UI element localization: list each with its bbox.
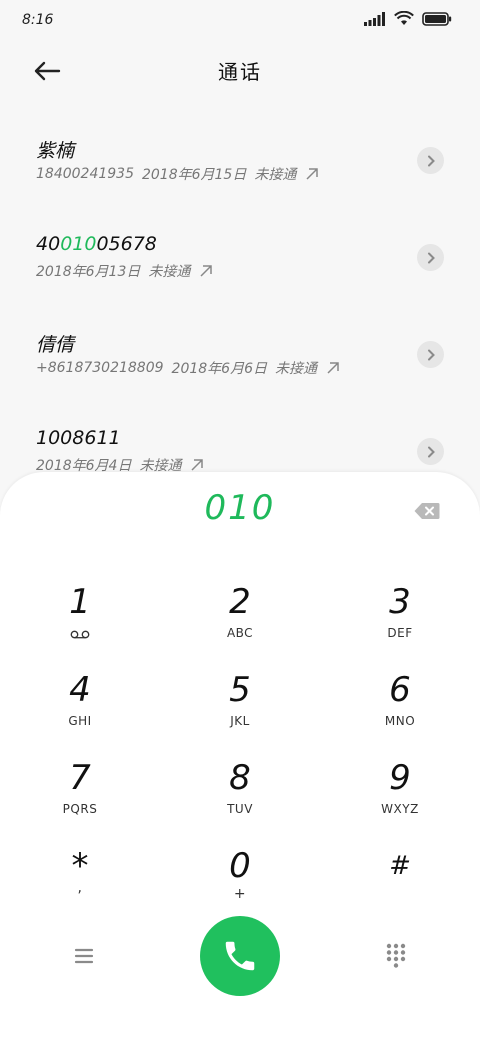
call-status: 未接通 bbox=[254, 167, 297, 183]
call-date: 2018年6月13日 bbox=[36, 264, 141, 280]
key-8[interactable]: 8 TUV bbox=[160, 752, 320, 840]
call-date: 2018年6月6日 bbox=[171, 361, 267, 377]
contact-name: 紫楠 bbox=[36, 140, 75, 162]
key-letters: WXYZ bbox=[381, 802, 419, 816]
outgoing-call-icon bbox=[191, 459, 204, 471]
name-match-highlight: 010 bbox=[60, 233, 97, 255]
key-7[interactable]: 7 PQRS bbox=[0, 752, 160, 840]
name-part: 05678 bbox=[96, 233, 157, 255]
key-letters: DEF bbox=[387, 626, 413, 640]
key-5[interactable]: 5 JKL bbox=[160, 664, 320, 752]
phone-number: +8618730218809 bbox=[36, 360, 164, 376]
key-1[interactable]: 1 bbox=[0, 576, 160, 664]
status-bar: 8:16 bbox=[0, 0, 480, 40]
outgoing-call-icon bbox=[200, 265, 213, 277]
key-letters: ABC bbox=[226, 626, 254, 640]
backspace-button[interactable] bbox=[414, 502, 440, 520]
status-icons bbox=[364, 11, 452, 26]
call-status: 未接通 bbox=[274, 361, 317, 377]
key-letters: JKL bbox=[230, 714, 250, 728]
key-3[interactable]: 3 DEF bbox=[320, 576, 480, 664]
backspace-icon bbox=[414, 503, 440, 519]
call-status: 未接通 bbox=[148, 264, 191, 280]
key-hash[interactable]: # bbox=[320, 840, 480, 928]
header: 通话 bbox=[0, 40, 480, 100]
key-digit: 2 bbox=[229, 582, 251, 622]
outgoing-call-icon bbox=[306, 168, 319, 180]
call-detail-button[interactable] bbox=[417, 438, 444, 465]
dialed-number-display[interactable]: 010 bbox=[0, 488, 480, 528]
key-letters: + bbox=[233, 886, 247, 902]
menu-icon bbox=[74, 948, 94, 964]
call-detail-button[interactable] bbox=[417, 244, 444, 271]
chevron-right-icon bbox=[427, 349, 435, 360]
key-letters: MNO bbox=[384, 714, 416, 728]
phone-icon bbox=[225, 941, 255, 971]
chevron-right-icon bbox=[427, 252, 435, 263]
key-digit: 3 bbox=[389, 582, 411, 622]
voicemail-icon bbox=[70, 630, 90, 639]
key-digit: 8 bbox=[229, 758, 251, 798]
call-detail-button[interactable] bbox=[417, 147, 444, 174]
status-time: 8:16 bbox=[22, 12, 54, 28]
call-history-item[interactable]: 倩倩 +8618730218809 2018年6月6日 未接通 bbox=[0, 306, 480, 403]
contact-name: 1008611 bbox=[36, 427, 121, 449]
key-star[interactable]: * , bbox=[0, 840, 160, 928]
call-history-item[interactable]: 4001005678 2018年6月13日 未接通 bbox=[0, 209, 480, 306]
call-detail: 18400241935 2018年6月15日 未接通 bbox=[36, 164, 320, 184]
dialpad-sheet: 010 1 2 ABC 3 DEF 4 GHI 5 JKL 6 MNO 7 PQ… bbox=[0, 472, 480, 1040]
contact-name: 4001005678 bbox=[36, 233, 157, 255]
key-digit: 0 bbox=[229, 846, 251, 886]
key-letters: PQRS bbox=[62, 802, 98, 816]
call-history-list: 紫楠 18400241935 2018年6月15日 未接通 4001005678… bbox=[0, 112, 480, 500]
key-2[interactable]: 2 ABC bbox=[160, 576, 320, 664]
call-date: 2018年6月15日 bbox=[141, 167, 247, 183]
key-6[interactable]: 6 MNO bbox=[320, 664, 480, 752]
call-detail: +8618730218809 2018年6月6日 未接通 bbox=[36, 358, 341, 378]
outgoing-call-icon bbox=[327, 362, 339, 374]
key-4[interactable]: 4 GHI bbox=[0, 664, 160, 752]
contact-name: 倩倩 bbox=[36, 334, 75, 356]
key-digit: 1 bbox=[69, 582, 91, 622]
signal-icon bbox=[364, 11, 385, 26]
call-button[interactable] bbox=[200, 916, 280, 996]
page-title: 通话 bbox=[218, 60, 262, 84]
key-letters: , bbox=[77, 880, 83, 896]
name-part: 40 bbox=[36, 233, 61, 255]
key-digit: 6 bbox=[389, 670, 411, 710]
dialer-bottom-bar bbox=[0, 916, 480, 1006]
key-digit: 4 bbox=[69, 670, 91, 710]
key-9[interactable]: 9 WXYZ bbox=[320, 752, 480, 840]
key-digit: # bbox=[389, 851, 411, 881]
call-history-item[interactable]: 紫楠 18400241935 2018年6月15日 未接通 bbox=[0, 112, 480, 209]
keypad-toggle-button[interactable] bbox=[384, 942, 408, 970]
key-0[interactable]: 0 + bbox=[160, 840, 320, 928]
menu-button[interactable] bbox=[72, 944, 96, 968]
keypad-icon bbox=[386, 943, 406, 968]
battery-icon bbox=[422, 11, 452, 26]
call-detail: 2018年6月13日 未接通 bbox=[36, 261, 214, 281]
key-digit: 7 bbox=[69, 758, 91, 798]
key-letters: GHI bbox=[68, 714, 92, 728]
phone-number: 18400241935 bbox=[36, 166, 134, 182]
key-digit: 9 bbox=[389, 758, 411, 798]
call-detail-button[interactable] bbox=[417, 341, 444, 368]
chevron-right-icon bbox=[427, 446, 435, 457]
wifi-icon bbox=[394, 11, 414, 25]
chevron-right-icon bbox=[427, 155, 435, 166]
key-letters: TUV bbox=[227, 802, 253, 816]
key-digit: 5 bbox=[229, 670, 251, 710]
